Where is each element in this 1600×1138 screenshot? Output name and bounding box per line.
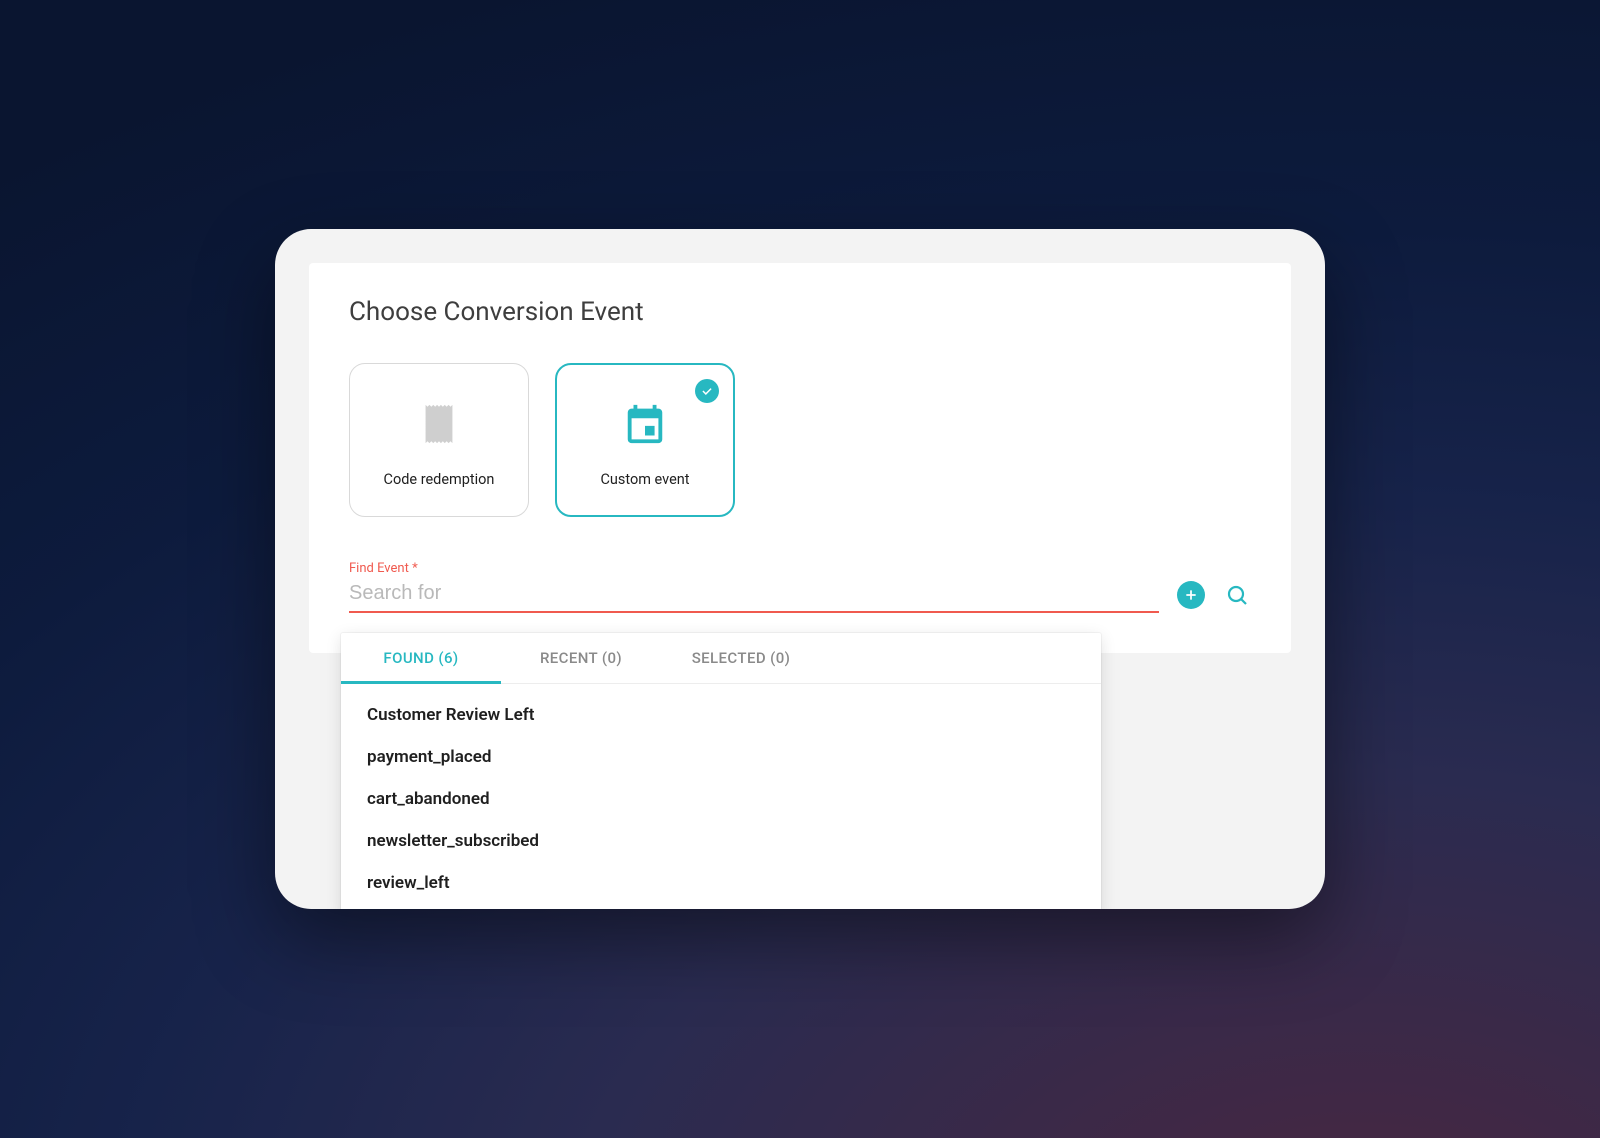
list-item[interactable]: payment_placed (341, 736, 1101, 778)
main-panel: Choose Conversion Event Code redemption … (309, 263, 1291, 653)
dropdown-tabs: FOUND (6) RECENT (0) SELECTED (0) (341, 633, 1101, 684)
page-title: Choose Conversion Event (349, 297, 1251, 327)
device-frame: Choose Conversion Event Code redemption … (275, 229, 1325, 909)
card-label: Code redemption (384, 471, 495, 488)
autocomplete-dropdown: FOUND (6) RECENT (0) SELECTED (0) Custom… (341, 633, 1101, 909)
search-row: Find Event * (349, 561, 1251, 613)
event-type-cards: Code redemption Custom event (349, 363, 1251, 517)
tab-recent[interactable]: RECENT (0) (501, 633, 661, 683)
calendar-icon (622, 401, 668, 451)
results-list: Customer Review Left payment_placed cart… (341, 684, 1101, 909)
card-code-redemption[interactable]: Code redemption (349, 363, 529, 517)
list-item[interactable]: Customer Review Left (341, 694, 1101, 736)
list-item[interactable]: newsletter_subscribed (341, 820, 1101, 862)
add-event-button[interactable] (1177, 581, 1205, 609)
search-field-wrap: Find Event * (349, 561, 1159, 613)
list-item[interactable]: cart_abandoned (341, 778, 1101, 820)
receipt-icon (416, 401, 462, 451)
list-item[interactable]: review_left (341, 862, 1101, 904)
card-custom-event[interactable]: Custom event (555, 363, 735, 517)
search-label: Find Event * (349, 561, 1159, 576)
search-input[interactable] (349, 578, 1159, 613)
tab-found[interactable]: FOUND (6) (341, 633, 501, 683)
search-button[interactable] (1223, 581, 1251, 609)
tab-selected[interactable]: SELECTED (0) (661, 633, 821, 683)
check-icon (695, 379, 719, 403)
card-label: Custom event (600, 471, 689, 488)
